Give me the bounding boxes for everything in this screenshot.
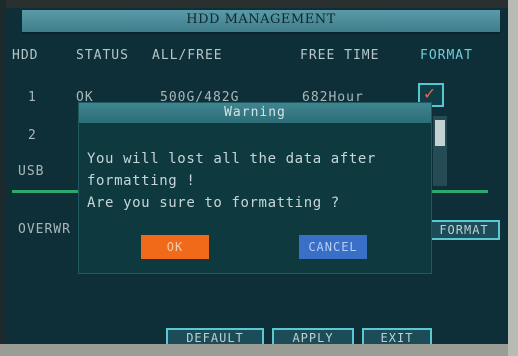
row2-hdd: 2	[28, 128, 37, 143]
dialog-title: Warning	[224, 105, 286, 120]
warning-dialog: Warning You will lost all the data after…	[78, 102, 432, 274]
scrollbar-thumb[interactable]	[435, 120, 445, 146]
page-title: HDD MANAGEMENT	[186, 12, 336, 27]
header-free-time: FREE TIME	[300, 48, 380, 63]
overwrite-label: OVERWR	[18, 222, 71, 237]
header-status: STATUS	[76, 48, 129, 63]
bezel-bottom	[0, 344, 518, 356]
row1-hdd: 1	[28, 90, 37, 105]
dvr-screen: HDD MANAGEMENT HDD STATUS ALL/FREE FREE …	[0, 0, 518, 356]
header-all-free: ALL/FREE	[152, 48, 223, 63]
title-bar: HDD MANAGEMENT	[22, 10, 500, 34]
bezel-right	[508, 0, 518, 356]
bezel-left	[0, 0, 6, 356]
row-usb-hdd: USB	[18, 164, 45, 179]
bezel-top	[0, 0, 518, 8]
header-format: FORMAT	[420, 48, 473, 63]
dialog-message-line1: You will lost all the data after	[87, 151, 376, 167]
dialog-message-line2: formatting !	[87, 173, 196, 189]
divider-left	[12, 190, 82, 193]
divider-right	[426, 190, 488, 193]
cancel-button[interactable]: CANCEL	[299, 235, 367, 259]
header-hdd: HDD	[12, 48, 39, 63]
ok-button[interactable]: OK	[141, 235, 209, 259]
format-button[interactable]: FORMAT	[428, 220, 500, 240]
check-icon: ✓	[424, 83, 435, 104]
dialog-message-line3: Are you sure to formatting ?	[87, 195, 340, 211]
dialog-title-bar: Warning	[79, 103, 431, 123]
